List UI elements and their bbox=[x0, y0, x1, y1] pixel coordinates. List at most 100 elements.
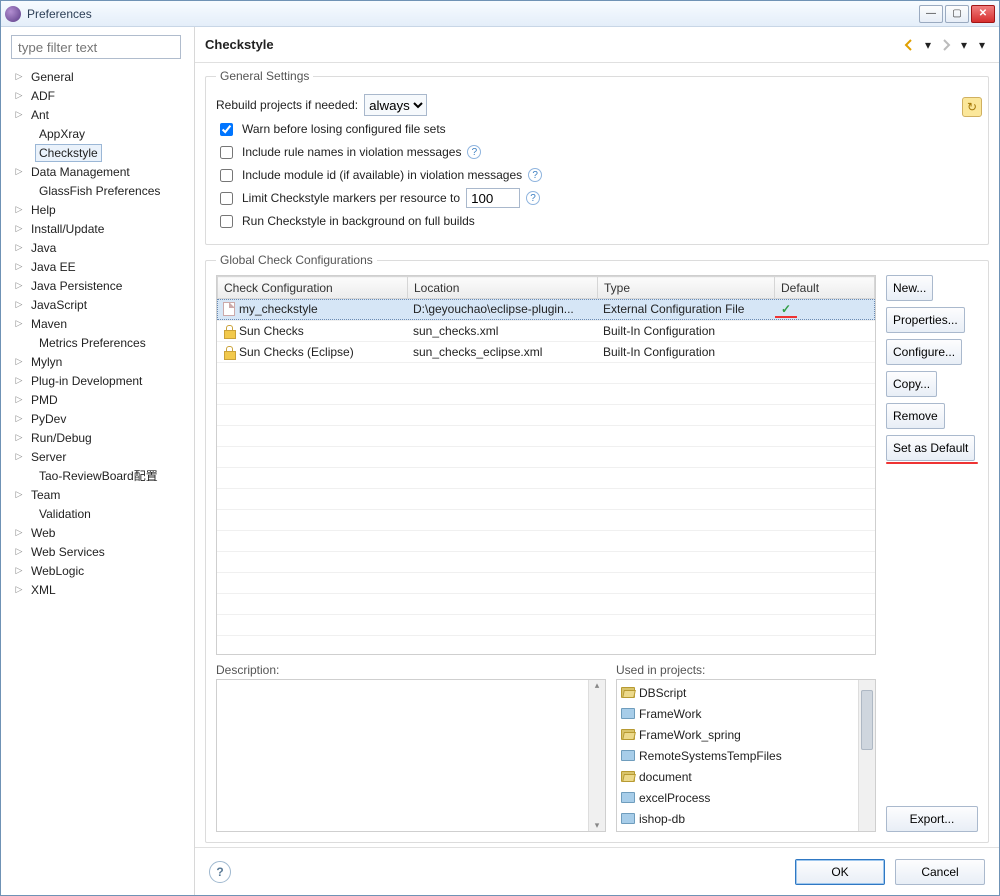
set-as-default-button[interactable]: Set as Default bbox=[886, 435, 975, 461]
tree-item[interactable]: ▷Java EE bbox=[5, 257, 190, 276]
properties-button[interactable]: Properties... bbox=[886, 307, 965, 333]
list-item[interactable]: RemoteSystemsTempFiles bbox=[621, 745, 871, 766]
copy-button[interactable]: Copy... bbox=[886, 371, 937, 397]
expand-icon[interactable]: ▷ bbox=[13, 584, 25, 595]
expand-icon[interactable]: ▷ bbox=[13, 223, 25, 234]
expand-icon[interactable]: ▷ bbox=[13, 280, 25, 291]
help-icon[interactable]: ? bbox=[467, 145, 481, 159]
expand-icon[interactable]: ▷ bbox=[13, 375, 25, 386]
expand-icon[interactable]: ▷ bbox=[13, 166, 25, 177]
description-textarea[interactable]: ▴▾ bbox=[216, 679, 606, 832]
expand-icon[interactable]: ▷ bbox=[13, 261, 25, 272]
expand-icon[interactable]: ▷ bbox=[13, 546, 25, 557]
expand-icon[interactable]: ▷ bbox=[13, 489, 25, 500]
new-button[interactable]: New... bbox=[886, 275, 933, 301]
table-row[interactable]: Sun Checkssun_checks.xmlBuilt-In Configu… bbox=[217, 320, 875, 341]
tree-item[interactable]: ▷Install/Update bbox=[5, 219, 190, 238]
expand-icon[interactable]: ▷ bbox=[13, 432, 25, 443]
back-menu-icon[interactable]: ▾ bbox=[921, 38, 935, 52]
forward-icon[interactable] bbox=[939, 38, 953, 52]
view-menu-icon[interactable]: ▾ bbox=[975, 38, 989, 52]
tree-item[interactable]: Metrics Preferences bbox=[5, 333, 190, 352]
tree-item[interactable]: ▷Data Management bbox=[5, 162, 190, 181]
tree-item[interactable]: ▷Team bbox=[5, 485, 190, 504]
tree-item[interactable]: ▷Help bbox=[5, 200, 190, 219]
tree-item[interactable]: ▷Mylyn bbox=[5, 352, 190, 371]
expand-icon[interactable]: ▷ bbox=[13, 242, 25, 253]
tree-item[interactable]: ▷Java Persistence bbox=[5, 276, 190, 295]
forward-menu-icon[interactable]: ▾ bbox=[957, 38, 971, 52]
tree-item[interactable]: AppXray bbox=[5, 124, 190, 143]
tree-item[interactable]: Validation bbox=[5, 504, 190, 523]
expand-icon[interactable]: ▷ bbox=[13, 109, 25, 120]
ok-button[interactable]: OK bbox=[795, 859, 885, 885]
cancel-button[interactable]: Cancel bbox=[895, 859, 985, 885]
col-location[interactable]: Location bbox=[408, 277, 598, 299]
titlebar[interactable]: Preferences — ▢ ✕ bbox=[1, 1, 999, 27]
list-item[interactable]: FrameWork_spring bbox=[621, 724, 871, 745]
tree-item[interactable]: ▷PyDev bbox=[5, 409, 190, 428]
remove-button[interactable]: Remove bbox=[886, 403, 945, 429]
include-rule-checkbox[interactable] bbox=[220, 146, 233, 159]
tree-item[interactable]: ▷Plug-in Development bbox=[5, 371, 190, 390]
back-icon[interactable] bbox=[903, 38, 917, 52]
filter-input[interactable] bbox=[11, 35, 181, 59]
expand-icon[interactable]: ▷ bbox=[13, 90, 25, 101]
include-module-checkbox[interactable] bbox=[220, 169, 233, 182]
tree-item[interactable]: Tao-ReviewBoard配置 bbox=[5, 466, 190, 485]
run-bg-label[interactable]: Run Checkstyle in background on full bui… bbox=[242, 214, 475, 228]
tree-item[interactable]: ▷Maven bbox=[5, 314, 190, 333]
tree-item[interactable]: Checkstyle bbox=[5, 143, 190, 162]
help-button[interactable]: ? bbox=[209, 861, 231, 883]
tree-item[interactable]: ▷Web Services bbox=[5, 542, 190, 561]
list-item[interactable]: document bbox=[621, 766, 871, 787]
limit-label[interactable]: Limit Checkstyle markers per resource to bbox=[242, 191, 460, 205]
tree-item[interactable]: ▷PMD bbox=[5, 390, 190, 409]
warn-checkbox[interactable] bbox=[220, 123, 233, 136]
limit-input[interactable] bbox=[466, 188, 520, 208]
col-type[interactable]: Type bbox=[598, 277, 775, 299]
category-tree[interactable]: ▷General▷ADF▷AntAppXrayCheckstyle▷Data M… bbox=[5, 65, 190, 891]
list-item[interactable]: FrameWork bbox=[621, 703, 871, 724]
tree-item[interactable]: ▷XML bbox=[5, 580, 190, 599]
expand-icon[interactable]: ▷ bbox=[13, 204, 25, 215]
help-icon[interactable]: ? bbox=[528, 168, 542, 182]
expand-icon[interactable]: ▷ bbox=[13, 299, 25, 310]
tree-item[interactable]: ▷JavaScript bbox=[5, 295, 190, 314]
tree-item[interactable]: ▷General bbox=[5, 67, 190, 86]
help-icon[interactable]: ? bbox=[526, 191, 540, 205]
export-button[interactable]: Export... bbox=[886, 806, 978, 832]
table-row[interactable]: Sun Checks (Eclipse)sun_checks_eclipse.x… bbox=[217, 341, 875, 362]
expand-icon[interactable]: ▷ bbox=[13, 565, 25, 576]
list-item[interactable]: DBScript bbox=[621, 682, 871, 703]
warn-label[interactable]: Warn before losing configured file sets bbox=[242, 122, 446, 136]
expand-icon[interactable]: ▷ bbox=[13, 451, 25, 462]
expand-icon[interactable]: ▷ bbox=[13, 318, 25, 329]
col-check-config[interactable]: Check Configuration bbox=[218, 277, 408, 299]
run-bg-checkbox[interactable] bbox=[220, 215, 233, 228]
expand-icon[interactable]: ▷ bbox=[13, 71, 25, 82]
col-default[interactable]: Default bbox=[775, 277, 875, 299]
tree-item[interactable]: ▷Java bbox=[5, 238, 190, 257]
refresh-icon[interactable]: ↻ bbox=[962, 97, 982, 117]
configure-button[interactable]: Configure... bbox=[886, 339, 962, 365]
scrollbar[interactable] bbox=[858, 680, 875, 831]
list-item[interactable]: excelProcess bbox=[621, 787, 871, 808]
expand-icon[interactable]: ▷ bbox=[13, 413, 25, 424]
include-module-label[interactable]: Include module id (if available) in viol… bbox=[242, 168, 522, 182]
include-rule-label[interactable]: Include rule names in violation messages bbox=[242, 145, 461, 159]
tree-item[interactable]: ▷Server bbox=[5, 447, 190, 466]
tree-item[interactable]: ▷Run/Debug bbox=[5, 428, 190, 447]
minimize-button[interactable]: — bbox=[919, 5, 943, 23]
limit-checkbox[interactable] bbox=[220, 192, 233, 205]
tree-item[interactable]: ▷Web bbox=[5, 523, 190, 542]
list-item[interactable]: ishop-db bbox=[621, 808, 871, 829]
tree-item[interactable]: ▷WebLogic bbox=[5, 561, 190, 580]
tree-item[interactable]: ▷ADF bbox=[5, 86, 190, 105]
close-button[interactable]: ✕ bbox=[971, 5, 995, 23]
rebuild-select[interactable]: always bbox=[364, 94, 427, 116]
configs-table[interactable]: Check Configuration Location Type Defaul… bbox=[216, 275, 876, 655]
tree-item[interactable]: ▷Ant bbox=[5, 105, 190, 124]
projects-list[interactable]: DBScriptFrameWorkFrameWork_springRemoteS… bbox=[616, 679, 876, 832]
table-row[interactable]: my_checkstyleD:\geyouchao\eclipse-plugin… bbox=[217, 299, 875, 320]
